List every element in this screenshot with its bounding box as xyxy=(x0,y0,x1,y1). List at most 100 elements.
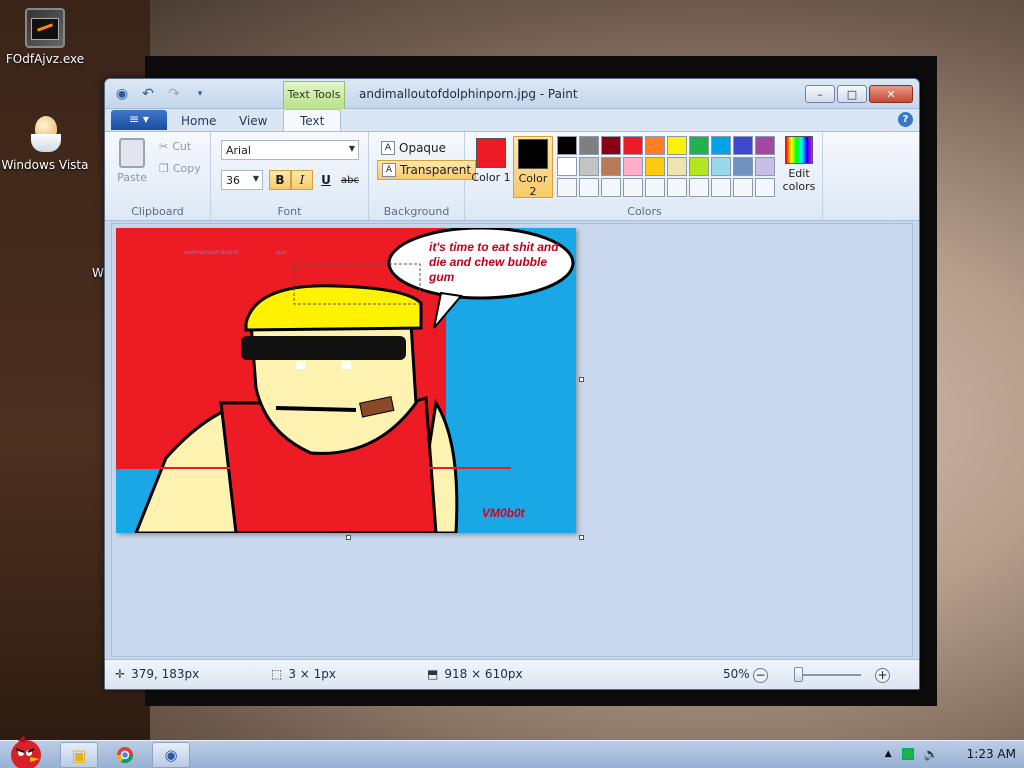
crosshair-icon: ✛ xyxy=(115,667,126,681)
egg-cup-icon xyxy=(25,114,65,154)
minimize-button[interactable]: – xyxy=(805,85,835,103)
palette-swatch[interactable] xyxy=(755,136,775,155)
desktop-icon-windows-vista[interactable]: Windows Vista xyxy=(0,114,90,172)
taskbar: ▣ ◉ ▲ 🔈 1:23 AM xyxy=(0,735,1024,768)
font-size-select[interactable]: 36 ▼ xyxy=(221,170,263,190)
palette-swatch[interactable] xyxy=(689,178,709,197)
zoom-in-button[interactable]: + xyxy=(875,668,890,683)
title-bar[interactable]: ◉ ↶ ↷ ▾ Text Tools andimalloutofdolphinp… xyxy=(105,79,919,109)
start-button[interactable] xyxy=(4,731,50,768)
taskbar-paint-button[interactable]: ◉ xyxy=(152,742,190,768)
palette-swatch[interactable] xyxy=(755,178,775,197)
color-2-button[interactable]: Color 2 xyxy=(513,136,553,198)
palette-swatch[interactable] xyxy=(579,136,599,155)
italic-button[interactable]: I xyxy=(291,170,313,190)
zoom-slider-thumb[interactable] xyxy=(794,667,803,682)
taskbar-chrome-button[interactable] xyxy=(106,742,144,768)
zoom-slider-track[interactable] xyxy=(801,674,861,676)
paste-button[interactable]: Paste xyxy=(113,136,151,184)
bold-button[interactable]: B xyxy=(269,170,291,190)
palette-swatch[interactable] xyxy=(557,136,577,155)
palette-swatch[interactable] xyxy=(623,157,643,176)
clock[interactable]: 1:23 AM xyxy=(967,747,1016,761)
colors-group: Color 1 Color 2 Edit colors Colors xyxy=(467,132,823,220)
clipboard-icon xyxy=(119,138,145,168)
strikethrough-button[interactable]: abc xyxy=(339,170,361,190)
close-button[interactable]: ✕ xyxy=(869,85,913,103)
selection-size-value: 3 × 1px xyxy=(288,667,337,681)
file-menu-button[interactable]: ≡ ▾ xyxy=(111,110,167,130)
window-title: andimalloutofdolphinporn.jpg - Paint xyxy=(359,87,578,101)
palette-swatch[interactable] xyxy=(689,136,709,155)
palette-swatch[interactable] xyxy=(557,157,577,176)
folder-icon: ▣ xyxy=(71,745,87,765)
color-1-button[interactable]: Color 1 xyxy=(471,136,511,198)
show-hidden-icons-icon[interactable]: ▲ xyxy=(885,749,892,759)
clipboard-group: Paste ✂ Cut ❐ Copy Clipboard xyxy=(105,132,211,220)
tab-text[interactable]: Text xyxy=(283,109,342,132)
palette-swatch[interactable] xyxy=(579,178,599,197)
image-size-icon: ⬒ xyxy=(427,667,439,681)
palette-swatch[interactable] xyxy=(667,178,687,197)
cursor-position-value: 379, 183px xyxy=(131,667,200,681)
palette-swatch[interactable] xyxy=(623,136,643,155)
network-icon[interactable] xyxy=(901,748,914,760)
resize-handle-right[interactable] xyxy=(579,377,584,382)
undo-icon[interactable]: ↶ xyxy=(139,85,157,103)
scissors-icon: ✂ xyxy=(159,140,169,153)
cut-button[interactable]: ✂ Cut xyxy=(159,140,191,153)
palette-swatch[interactable] xyxy=(645,157,665,176)
font-family-value: Arial xyxy=(226,144,251,157)
help-icon[interactable]: ? xyxy=(898,112,913,127)
resize-handle-corner[interactable] xyxy=(579,535,584,540)
copy-button[interactable]: ❐ Copy xyxy=(159,162,201,175)
zoom-out-button[interactable]: − xyxy=(753,668,768,683)
palette-swatch[interactable] xyxy=(733,157,753,176)
color-2-label: Color 2 xyxy=(518,172,548,198)
image-size: ⬒ 918 × 610px xyxy=(427,667,523,681)
palette-swatch[interactable] xyxy=(645,178,665,197)
canvas-area[interactable]: it's time to eat shit and die and chew b… xyxy=(111,223,913,657)
group-label: Background xyxy=(383,205,450,218)
chevron-down-icon: ▼ xyxy=(348,144,355,153)
customize-toolbar-icon[interactable]: ▾ xyxy=(191,85,209,103)
palette-swatch[interactable] xyxy=(711,178,731,197)
palette-swatch[interactable] xyxy=(579,157,599,176)
tab-home[interactable]: Home xyxy=(181,112,216,131)
palette-swatch[interactable] xyxy=(601,157,621,176)
desktop-icon-exe[interactable]: FOdfAjvz.exe xyxy=(0,8,90,66)
paint-app-icon[interactable]: ◉ xyxy=(113,85,131,103)
palette-swatch[interactable] xyxy=(711,157,731,176)
palette-swatch[interactable] xyxy=(645,136,665,155)
palette-swatch[interactable] xyxy=(557,178,577,197)
resize-handle-bottom[interactable] xyxy=(346,535,351,540)
color-2-swatch xyxy=(518,139,548,169)
palette-swatch[interactable] xyxy=(667,157,687,176)
palette-swatch[interactable] xyxy=(711,136,731,155)
palette-swatch[interactable] xyxy=(601,136,621,155)
volume-icon[interactable]: 🔈 xyxy=(924,747,939,761)
palette-swatch[interactable] xyxy=(623,178,643,197)
cursor-position: ✛ 379, 183px xyxy=(115,667,199,681)
tab-view[interactable]: View xyxy=(239,112,267,131)
paint-window: ◉ ↶ ↷ ▾ Text Tools andimalloutofdolphinp… xyxy=(104,78,920,690)
palette-swatch[interactable] xyxy=(667,136,687,155)
palette-swatch[interactable] xyxy=(733,136,753,155)
palette-swatch[interactable] xyxy=(601,178,621,197)
color-1-label: Color 1 xyxy=(471,171,511,184)
opaque-button[interactable]: A Opaque xyxy=(377,138,450,158)
palette-swatch[interactable] xyxy=(733,178,753,197)
edit-colors-button[interactable]: Edit colors xyxy=(779,136,819,193)
palette-swatch[interactable] xyxy=(755,157,775,176)
redo-icon[interactable]: ↷ xyxy=(165,85,183,103)
font-family-select[interactable]: Arial ▼ xyxy=(221,140,359,160)
transparent-button[interactable]: A Transparent xyxy=(377,160,477,180)
underline-button[interactable]: U xyxy=(315,170,337,190)
opaque-icon: A xyxy=(381,141,395,155)
drawing-canvas[interactable]: it's time to eat shit and die and chew b… xyxy=(116,228,576,533)
palette-swatch[interactable] xyxy=(689,157,709,176)
maximize-button[interactable]: □ xyxy=(837,85,867,103)
quick-access-toolbar: ◉ ↶ ↷ ▾ xyxy=(113,85,209,103)
zoom-level: 50% xyxy=(723,667,750,681)
taskbar-explorer-button[interactable]: ▣ xyxy=(60,742,98,768)
